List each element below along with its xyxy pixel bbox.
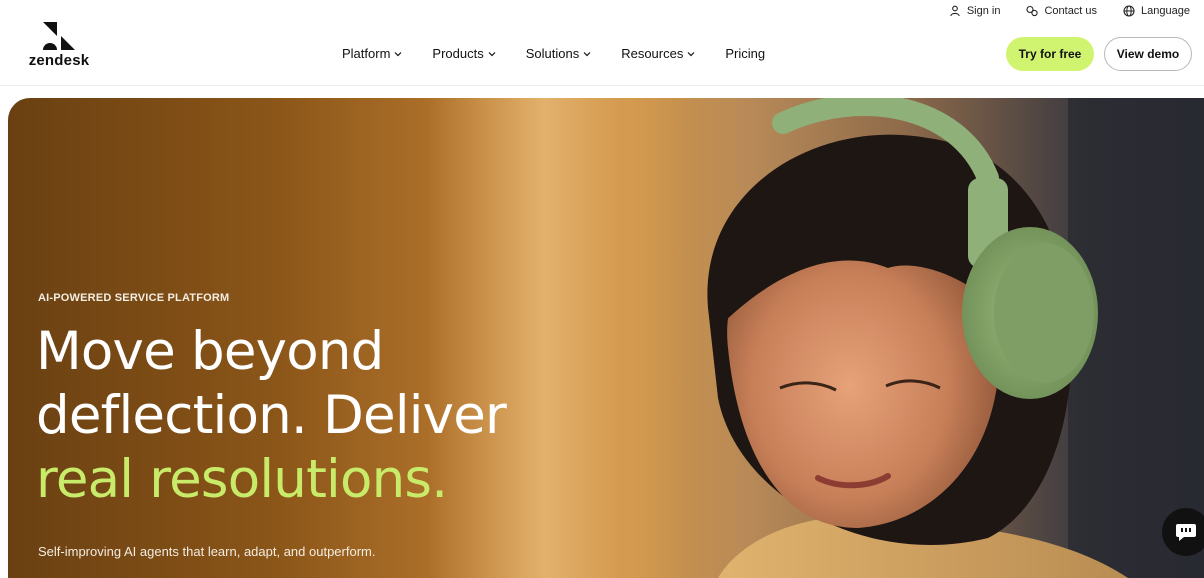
nav-item-resources[interactable]: Resources [621,46,695,61]
headline-line-1: Move beyond [36,321,384,382]
nav-label: Pricing [725,46,766,61]
headline-accent: real resolutions. [36,449,448,510]
nav-label: Resources [621,46,684,61]
view-demo-button[interactable]: View demo [1104,37,1192,71]
user-icon [950,5,960,17]
hero-subline: Self-improving AI agents that learn, ada… [38,544,376,559]
sign-in-label: Sign in [966,5,1001,17]
nav-label: Products [432,46,484,61]
chat-bubble-icon [1176,524,1196,541]
try-for-free-button[interactable]: Try for free [1006,37,1094,71]
globe-icon [1123,5,1135,17]
headline-line-2: deflection. Deliver [36,385,507,446]
sign-in-link[interactable]: Sign in [949,5,1001,17]
main-nav: Platform Products Solutions Resources Pr… [342,46,765,61]
zendesk-logo[interactable]: zendesk [24,22,94,74]
nav-label: Platform [342,46,391,61]
language-selector[interactable]: Language [1123,5,1190,17]
chat-icon [1026,5,1039,17]
contact-us-label: Contact us [1044,5,1098,17]
hero-headline: Move beyond deflection. Deliver real res… [36,320,676,512]
chevron-down-icon [394,51,402,56]
hero-eyebrow: AI-POWERED SERVICE PLATFORM [38,292,230,304]
nav-item-pricing[interactable]: Pricing [725,46,765,61]
language-label: Language [1141,5,1190,17]
site-header: zendesk Sign in Contact us Language Plat… [0,0,1204,86]
nav-item-solutions[interactable]: Solutions [526,46,591,61]
nav-item-platform[interactable]: Platform [342,46,402,61]
chat-widget-button[interactable] [1162,508,1204,556]
contact-us-link[interactable]: Contact us [1026,5,1097,17]
logo-wordmark: zendesk [28,52,90,69]
zendesk-z-icon [43,22,75,50]
hero-section: AI-POWERED SERVICE PLATFORM Move beyond … [8,98,1204,578]
chevron-down-icon [583,51,591,56]
chevron-down-icon [488,51,496,56]
chevron-down-icon [687,51,695,56]
nav-label: Solutions [525,46,580,61]
nav-item-products[interactable]: Products [432,46,496,61]
utility-nav: Sign in Contact us Language [949,5,1190,17]
